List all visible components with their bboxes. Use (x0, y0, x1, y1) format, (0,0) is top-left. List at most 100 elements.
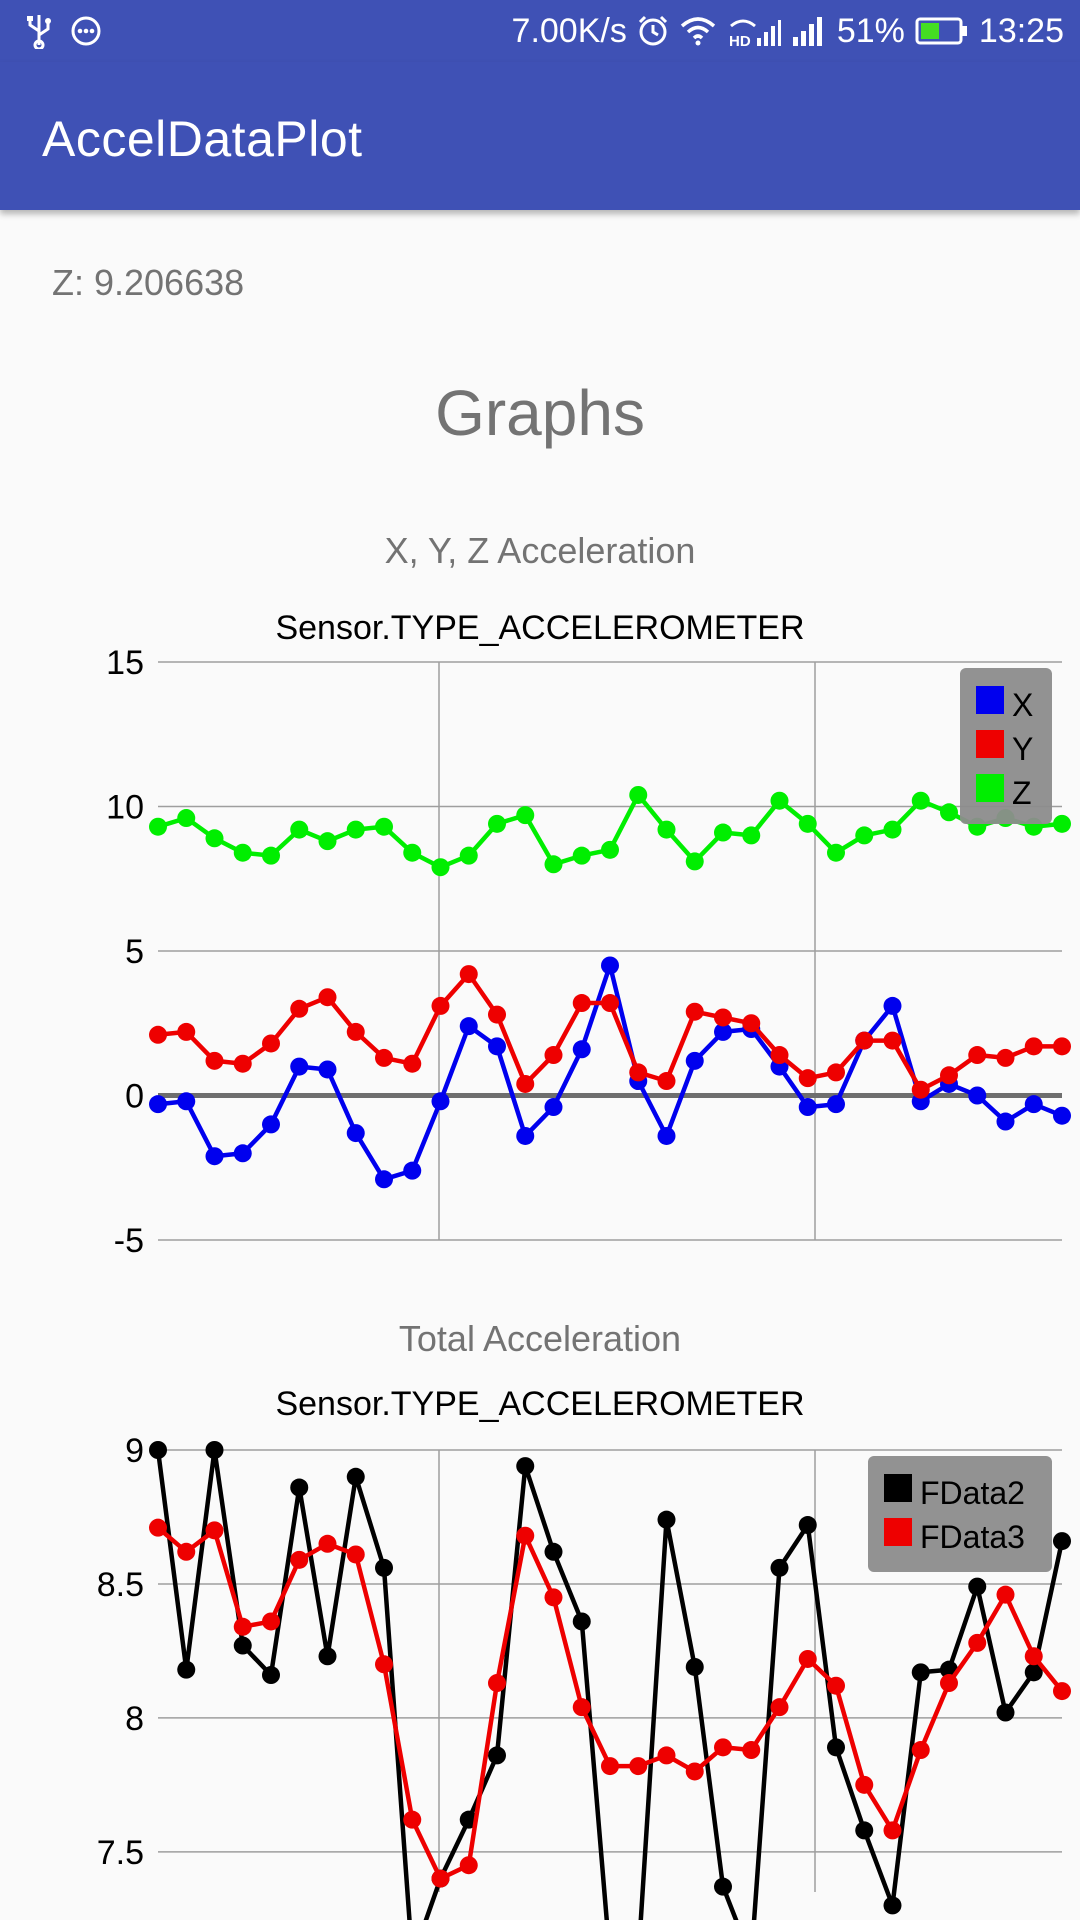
data-point-x (685, 1051, 704, 1070)
data-point-fdata2 (714, 1877, 732, 1896)
wifi-icon (679, 15, 717, 47)
data-point-fdata3 (714, 1738, 732, 1757)
data-point-y (205, 1051, 224, 1070)
data-point-z (488, 814, 506, 833)
legend-label: FData2 (920, 1475, 1025, 1511)
data-point-fdata2 (318, 1647, 337, 1666)
legend-swatch (976, 774, 1004, 802)
data-point-y (827, 1063, 845, 1082)
data-point-fdata3 (318, 1534, 337, 1553)
z-value-label: Z: 9.206638 (52, 262, 245, 303)
data-point-fdata3 (516, 1526, 535, 1545)
data-point-z (403, 843, 422, 862)
data-point-z (1053, 814, 1071, 833)
data-point-fdata3 (770, 1698, 789, 1717)
data-point-y (149, 1025, 167, 1044)
data-point-fdata2 (290, 1478, 309, 1497)
data-point-x (1053, 1106, 1071, 1125)
alarm-icon (637, 15, 669, 47)
data-point-z (827, 843, 845, 862)
data-point-fdata3 (572, 1698, 591, 1717)
data-point-x (403, 1161, 422, 1180)
legend-label: Y (1012, 731, 1033, 767)
data-point-fdata3 (459, 1856, 478, 1875)
data-point-y (572, 994, 591, 1013)
total-section-title: Total Acceleration (398, 1318, 682, 1359)
data-point-x (883, 996, 902, 1015)
legend-label: FData3 (920, 1519, 1025, 1555)
data-point-fdata3 (290, 1550, 309, 1569)
clock: 13:25 (978, 11, 1064, 50)
svg-text:HD: HD (729, 33, 751, 48)
data-point-fdata2 (262, 1666, 280, 1685)
data-point-x (657, 1126, 676, 1145)
data-point-fdata3 (205, 1521, 224, 1540)
data-point-fdata3 (1024, 1647, 1043, 1666)
data-point-z (290, 820, 309, 839)
status-bar-left (26, 12, 102, 50)
y-tick-label: 5 (125, 933, 144, 971)
data-point-fdata2 (149, 1441, 167, 1459)
data-point-x (431, 1092, 450, 1111)
data-point-x (346, 1124, 365, 1143)
data-point-y (346, 1022, 365, 1041)
data-point-z (233, 843, 252, 862)
data-point-z (770, 791, 789, 810)
data-point-x (290, 1057, 309, 1076)
data-point-x (459, 1017, 478, 1036)
data-point-y (290, 999, 309, 1018)
data-point-fdata2 (685, 1657, 704, 1676)
app-title: AccelDataPlot (42, 111, 363, 167)
legend-box (960, 668, 1052, 824)
y-tick-label: 15 (106, 644, 144, 682)
data-point-z (431, 858, 450, 877)
data-point-fdata3 (346, 1545, 365, 1564)
data-point-z (572, 846, 591, 865)
legend-swatch (884, 1518, 912, 1546)
data-point-fdata3 (1053, 1682, 1071, 1701)
data-point-z (318, 832, 337, 851)
data-point-fdata3 (855, 1775, 874, 1794)
battery-percent: 51% (836, 11, 905, 50)
data-point-fdata3 (827, 1676, 845, 1695)
total-acceleration-chart: Sensor.TYPE_ACCELEROMETER 9 8.5 8 7.5 FData2 F… (97, 1385, 1071, 1920)
data-point-y (1053, 1037, 1071, 1056)
data-point-y (403, 1054, 422, 1073)
data-point-y (911, 1080, 930, 1099)
data-point-fdata2 (996, 1703, 1015, 1722)
y-tick-label: 8.5 (97, 1566, 144, 1604)
data-point-fdata2 (770, 1558, 789, 1577)
xyz-section-title: X, Y, Z Acceleration (384, 530, 696, 571)
data-point-x (544, 1098, 563, 1117)
data-point-fdata2 (968, 1577, 987, 1596)
data-point-z (714, 823, 732, 842)
data-point-x (798, 1098, 817, 1117)
data-point-z (459, 846, 478, 865)
data-point-x (233, 1144, 252, 1163)
chart-title: Sensor.TYPE_ACCELEROMETER (275, 1385, 804, 1423)
data-point-y (742, 1014, 761, 1033)
data-point-y (233, 1054, 252, 1073)
data-point-fdata3 (657, 1746, 676, 1765)
data-point-fdata3 (742, 1741, 761, 1760)
data-point-x (262, 1115, 280, 1134)
data-point-fdata3 (798, 1649, 817, 1668)
status-bar-right: 7.00K/s HD 51% 13:25 (512, 10, 1064, 52)
data-point-fdata3 (233, 1617, 252, 1636)
data-point-x (488, 1037, 506, 1056)
data-point-z (657, 820, 676, 839)
y-tick-label: -5 (114, 1222, 144, 1260)
data-point-z (544, 855, 563, 874)
legend-swatch (884, 1474, 912, 1502)
data-point-fdata2 (516, 1457, 535, 1476)
legend-label: X (1012, 687, 1033, 723)
data-point-fdata2 (346, 1467, 365, 1486)
signal-icon (791, 15, 827, 47)
data-point-y (262, 1034, 280, 1053)
data-point-fdata3 (375, 1655, 393, 1674)
data-point-fdata2 (233, 1636, 252, 1655)
data-point-x (205, 1147, 224, 1166)
data-point-y (798, 1069, 817, 1088)
data-point-fdata2 (883, 1896, 902, 1915)
usb-icon (26, 13, 52, 49)
